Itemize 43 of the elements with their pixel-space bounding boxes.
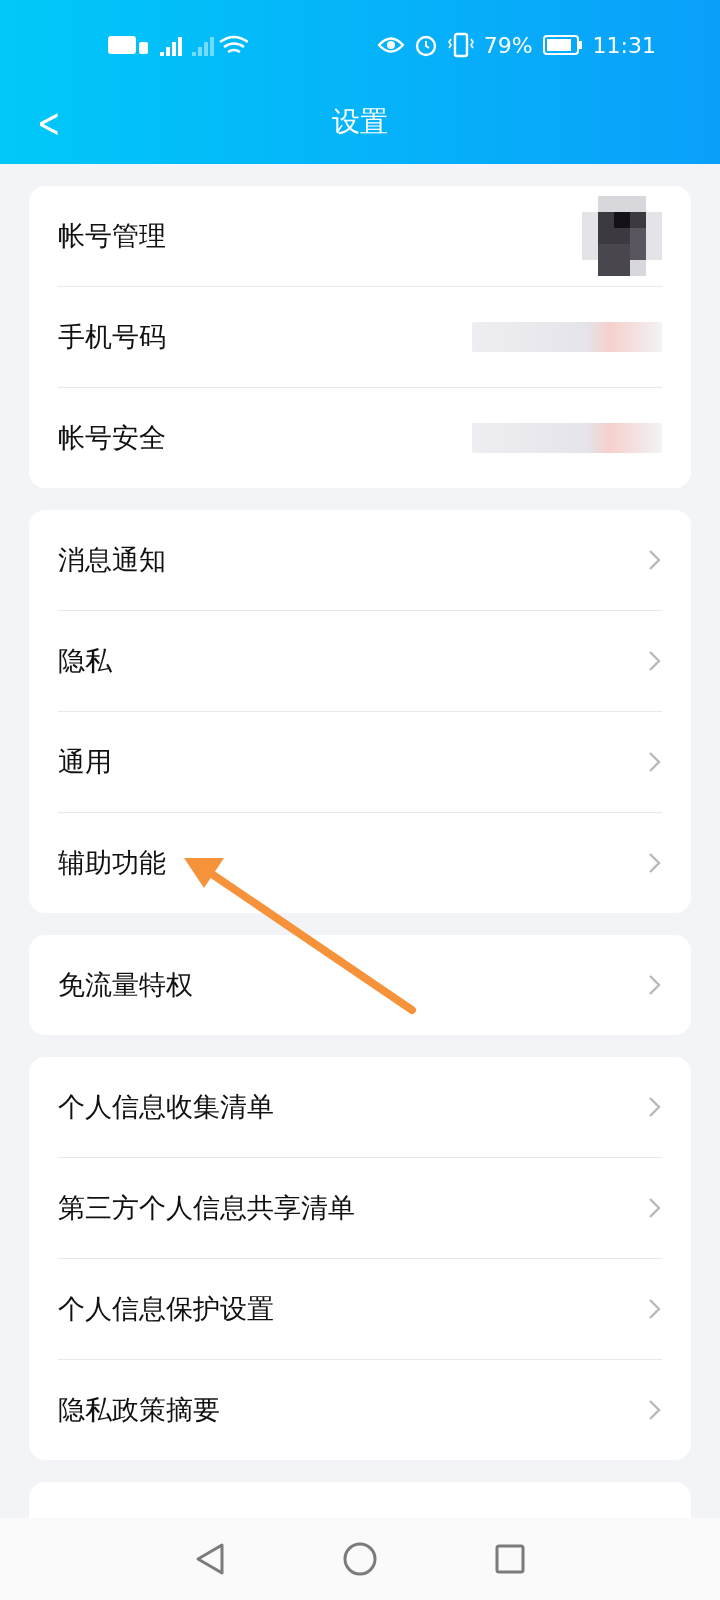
row-label: 个人信息收集清单 — [58, 1090, 275, 1124]
settings-row[interactable]: 个人信息收集清单 — [58, 1057, 662, 1158]
settings-row[interactable]: 手机号码 — [58, 287, 662, 388]
settings-row[interactable]: 免流量特权 — [58, 935, 662, 1035]
chevron-icon — [648, 852, 662, 874]
vibrate-icon — [447, 32, 474, 58]
row-label: 帐号安全 — [58, 421, 167, 455]
page-title: 设置 — [332, 104, 388, 140]
recents-nav-icon[interactable] — [495, 1544, 525, 1574]
chevron-icon — [648, 974, 662, 996]
row-label: 消息通知 — [58, 543, 167, 577]
row-label: 辅助功能 — [58, 846, 167, 880]
row-label: 第三方个人信息共享清单 — [58, 1191, 356, 1225]
settings-row[interactable]: 帐号安全 — [58, 388, 662, 488]
battery-icon — [542, 35, 583, 55]
chevron-icon — [648, 1096, 662, 1118]
eye-icon — [377, 36, 404, 54]
row-label: 免流量特权 — [58, 968, 194, 1002]
clock-time: 11:31 — [592, 32, 656, 58]
row-label: 隐私政策摘要 — [58, 1393, 221, 1427]
chevron-icon — [648, 650, 662, 672]
settings-row[interactable]: 辅助功能 — [58, 813, 662, 913]
alarm-icon — [413, 33, 438, 57]
back-nav-icon[interactable] — [195, 1542, 225, 1576]
row-label: 隐私 — [58, 644, 113, 678]
row-label: 个人信息保护设置 — [58, 1292, 275, 1326]
chevron-icon — [648, 1298, 662, 1320]
settings-row[interactable]: 隐私 — [58, 611, 662, 712]
settings-row[interactable]: 第三方个人信息共享清单 — [58, 1158, 662, 1259]
settings-row[interactable]: 消息通知 — [58, 510, 662, 611]
settings-row[interactable]: 帐号管理 — [58, 186, 662, 287]
settings-row[interactable]: 通用 — [58, 712, 662, 813]
chevron-icon — [648, 751, 662, 773]
battery-percent: 79% — [483, 32, 533, 58]
row-label: 通用 — [58, 745, 113, 779]
row-label: 帐号管理 — [58, 219, 167, 253]
chevron-icon — [648, 1197, 662, 1219]
settings-row[interactable]: 隐私政策摘要 — [58, 1360, 662, 1460]
home-nav-icon[interactable] — [343, 1542, 377, 1576]
chevron-icon — [648, 549, 662, 571]
chevron-icon — [648, 1399, 662, 1421]
settings-row[interactable]: 个人信息保护设置 — [58, 1259, 662, 1360]
row-label: 手机号码 — [58, 320, 167, 354]
